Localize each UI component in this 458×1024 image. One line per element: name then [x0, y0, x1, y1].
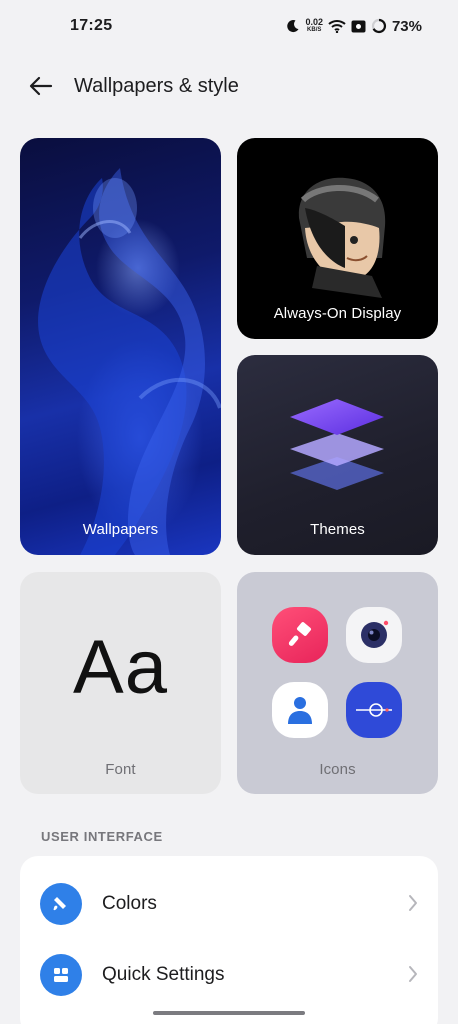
battery-level: 73% [391, 17, 422, 35]
contacts-icon [272, 682, 328, 738]
net-speed: 0.02 KB/S [305, 18, 323, 34]
paintbrush-icon [272, 607, 328, 663]
wallpapers-style-screen: 17:25 0.02 KB/S 73% Wallpapers & style W… [0, 0, 458, 1024]
list-item-colors-label: Colors [102, 893, 157, 914]
font-tile[interactable]: Aa Font [20, 572, 221, 794]
user-interface-list: Colors Quick Settings [20, 856, 438, 1024]
font-sample: Aa [73, 625, 168, 710]
home-indicator[interactable] [153, 1011, 305, 1015]
chevron-right-icon [408, 894, 418, 917]
net-speed-unit: KB/S [307, 27, 322, 33]
aod-tile-label: Always-On Display [273, 305, 402, 322]
list-item-quick-settings-label: Quick Settings [102, 964, 225, 985]
font-tile-label: Font [105, 761, 136, 778]
screenshot-notification-icon [351, 20, 366, 33]
list-item-quick-settings[interactable]: Quick Settings [20, 941, 438, 1009]
themes-tile[interactable]: Themes [237, 355, 438, 555]
icons-tile-label: Icons [319, 761, 356, 778]
themes-tile-label: Themes [310, 521, 365, 538]
app-bar: Wallpapers & style [0, 62, 458, 110]
net-speed-value: 0.02 [305, 17, 323, 27]
camera-icon [346, 607, 402, 663]
wallpaper-preview-art [38, 168, 221, 555]
list-item-colors[interactable]: Colors [20, 870, 438, 938]
back-arrow-icon [29, 76, 53, 96]
status-time: 17:25 [70, 17, 113, 34]
wallpapers-tile-label: Wallpapers [82, 521, 159, 538]
paint-icon [40, 883, 82, 925]
section-header-user-interface: USER INTERFACE [41, 829, 163, 844]
quick-settings-icon [40, 954, 82, 996]
wifi-icon [328, 19, 346, 33]
page-title: Wallpapers & style [74, 74, 239, 97]
compass-icon [346, 682, 402, 738]
wallpapers-tile[interactable]: Wallpapers [20, 138, 221, 555]
always-on-display-tile[interactable]: Always-On Display [237, 138, 438, 339]
back-button[interactable] [28, 73, 54, 99]
icons-tile[interactable]: Icons [237, 572, 438, 794]
chevron-right-icon [408, 965, 418, 988]
status-icons: 0.02 KB/S 73% [286, 18, 422, 35]
battery-ring-icon [371, 18, 387, 34]
status-bar: 17:25 0.02 KB/S 73% [0, 0, 458, 52]
moon-icon [286, 19, 300, 33]
